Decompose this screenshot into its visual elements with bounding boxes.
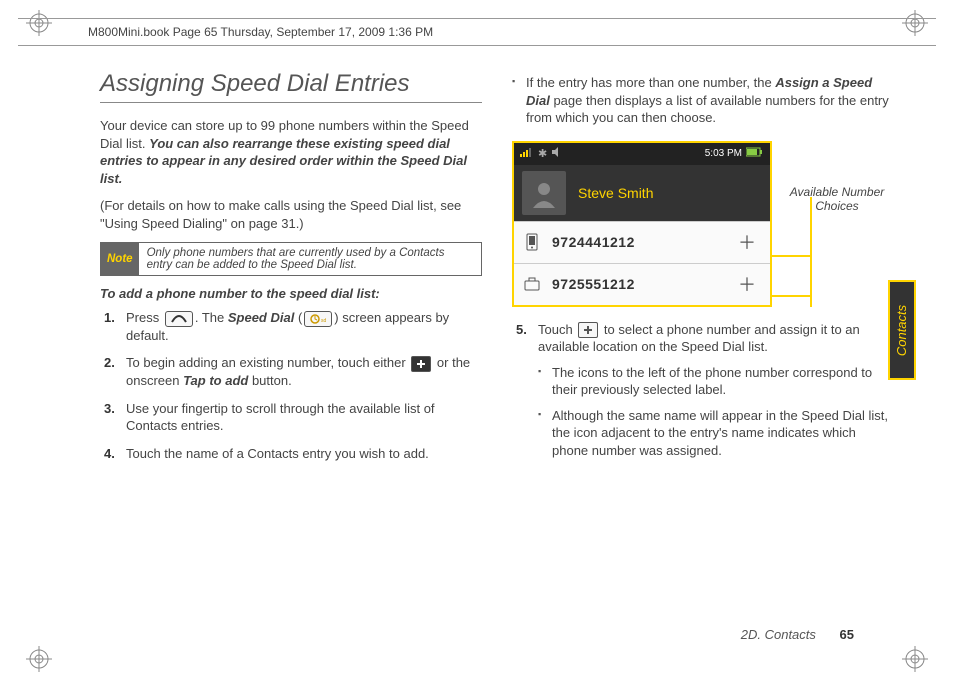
screenshot-wrapper: ✱ 5:03 PM Steve Smith 97244 xyxy=(512,135,772,321)
frame-header: M800Mini.book Page 65 Thursday, Septembe… xyxy=(18,18,936,46)
step-1: Press . The Speed Dial (sd) screen appea… xyxy=(100,309,482,344)
svg-text:sd: sd xyxy=(321,318,327,324)
section-tab-label: Contacts xyxy=(895,304,910,355)
procedure-subhead: To add a phone number to the speed dial … xyxy=(100,286,482,301)
s5a: Touch xyxy=(538,322,576,337)
sub-bullet-b: Although the same name will appear in th… xyxy=(538,407,894,460)
intro-text-b: You can also rearrange these existing sp… xyxy=(100,136,467,186)
plus-icon xyxy=(578,322,598,338)
home-key-icon xyxy=(165,311,193,327)
avatar-icon xyxy=(522,171,566,215)
contact-name: Steve Smith xyxy=(578,185,653,201)
speed-dial-icon: sd xyxy=(304,311,332,327)
contact-header: Steve Smith xyxy=(514,165,770,221)
step-3: Use your fingertip to scroll through the… xyxy=(100,400,482,435)
step-2: To begin adding an existing number, touc… xyxy=(100,354,482,389)
footer-page-number: 65 xyxy=(840,627,854,642)
detail-ref: (For details on how to make calls using … xyxy=(100,197,482,232)
b1a: If the entry has more than one number, t… xyxy=(526,75,775,90)
bluetooth-icon: ✱ xyxy=(538,147,547,160)
right-column: If the entry has more than one number, t… xyxy=(512,70,894,622)
device-screenshot: ✱ 5:03 PM Steve Smith 97244 xyxy=(512,141,772,307)
note-text: Only phone numbers that are currently us… xyxy=(139,243,481,275)
sound-icon xyxy=(551,147,563,160)
section-tab: Contacts xyxy=(888,280,916,380)
footer-section: 2D. Contacts xyxy=(741,627,816,642)
note-label: Note xyxy=(101,243,139,275)
step1-a: Press xyxy=(126,310,163,325)
add-number-2-button[interactable]: ＋ xyxy=(732,269,762,299)
number-row-2: 9725551212 ＋ xyxy=(514,263,770,305)
signal-icon xyxy=(520,147,534,160)
crop-mark-icon xyxy=(26,646,52,672)
step2-a: To begin adding an existing number, touc… xyxy=(126,355,409,370)
step1-b: . The xyxy=(195,310,228,325)
add-number-1-button[interactable]: ＋ xyxy=(732,227,762,257)
page-footer: 2D. Contacts 65 xyxy=(741,627,854,642)
battery-icon xyxy=(746,147,764,160)
callout-line-icon xyxy=(772,255,812,257)
step-4: Touch the name of a Contacts entry you w… xyxy=(100,445,482,463)
callout-line2-icon xyxy=(772,295,812,297)
status-bar: ✱ 5:03 PM xyxy=(514,143,770,165)
heading-rule xyxy=(100,102,482,103)
mobile-icon xyxy=(522,233,542,251)
left-column: Assigning Speed Dial Entries Your device… xyxy=(100,70,482,622)
clock-text: 5:03 PM xyxy=(705,148,742,159)
number-1: 9724441212 xyxy=(552,234,722,250)
page-heading: Assigning Speed Dial Entries xyxy=(100,70,482,98)
intro-paragraph: Your device can store up to 99 phone num… xyxy=(100,117,482,187)
callout-label: Available Number Choices xyxy=(782,185,892,213)
step1-d: ( xyxy=(294,310,302,325)
work-icon xyxy=(522,277,542,291)
note-box: Note Only phone numbers that are current… xyxy=(100,242,482,276)
step2-d: button. xyxy=(248,373,291,388)
plus-icon xyxy=(411,356,431,372)
number-row-1: 9724441212 ＋ xyxy=(514,221,770,263)
bullet-assign: If the entry has more than one number, t… xyxy=(512,74,894,127)
crop-mark-icon xyxy=(902,646,928,672)
number-2: 9725551212 xyxy=(552,276,722,292)
header-crop-info: M800Mini.book Page 65 Thursday, Septembe… xyxy=(88,25,433,39)
sub-bullet-a: The icons to the left of the phone numbe… xyxy=(538,364,894,399)
callout-vline-icon xyxy=(810,197,812,307)
b1c: page then displays a list of available n… xyxy=(526,93,889,126)
step-5: Touch to select a phone number and assig… xyxy=(512,321,894,460)
step1-c: Speed Dial xyxy=(228,310,294,325)
step2-c: Tap to add xyxy=(183,373,248,388)
